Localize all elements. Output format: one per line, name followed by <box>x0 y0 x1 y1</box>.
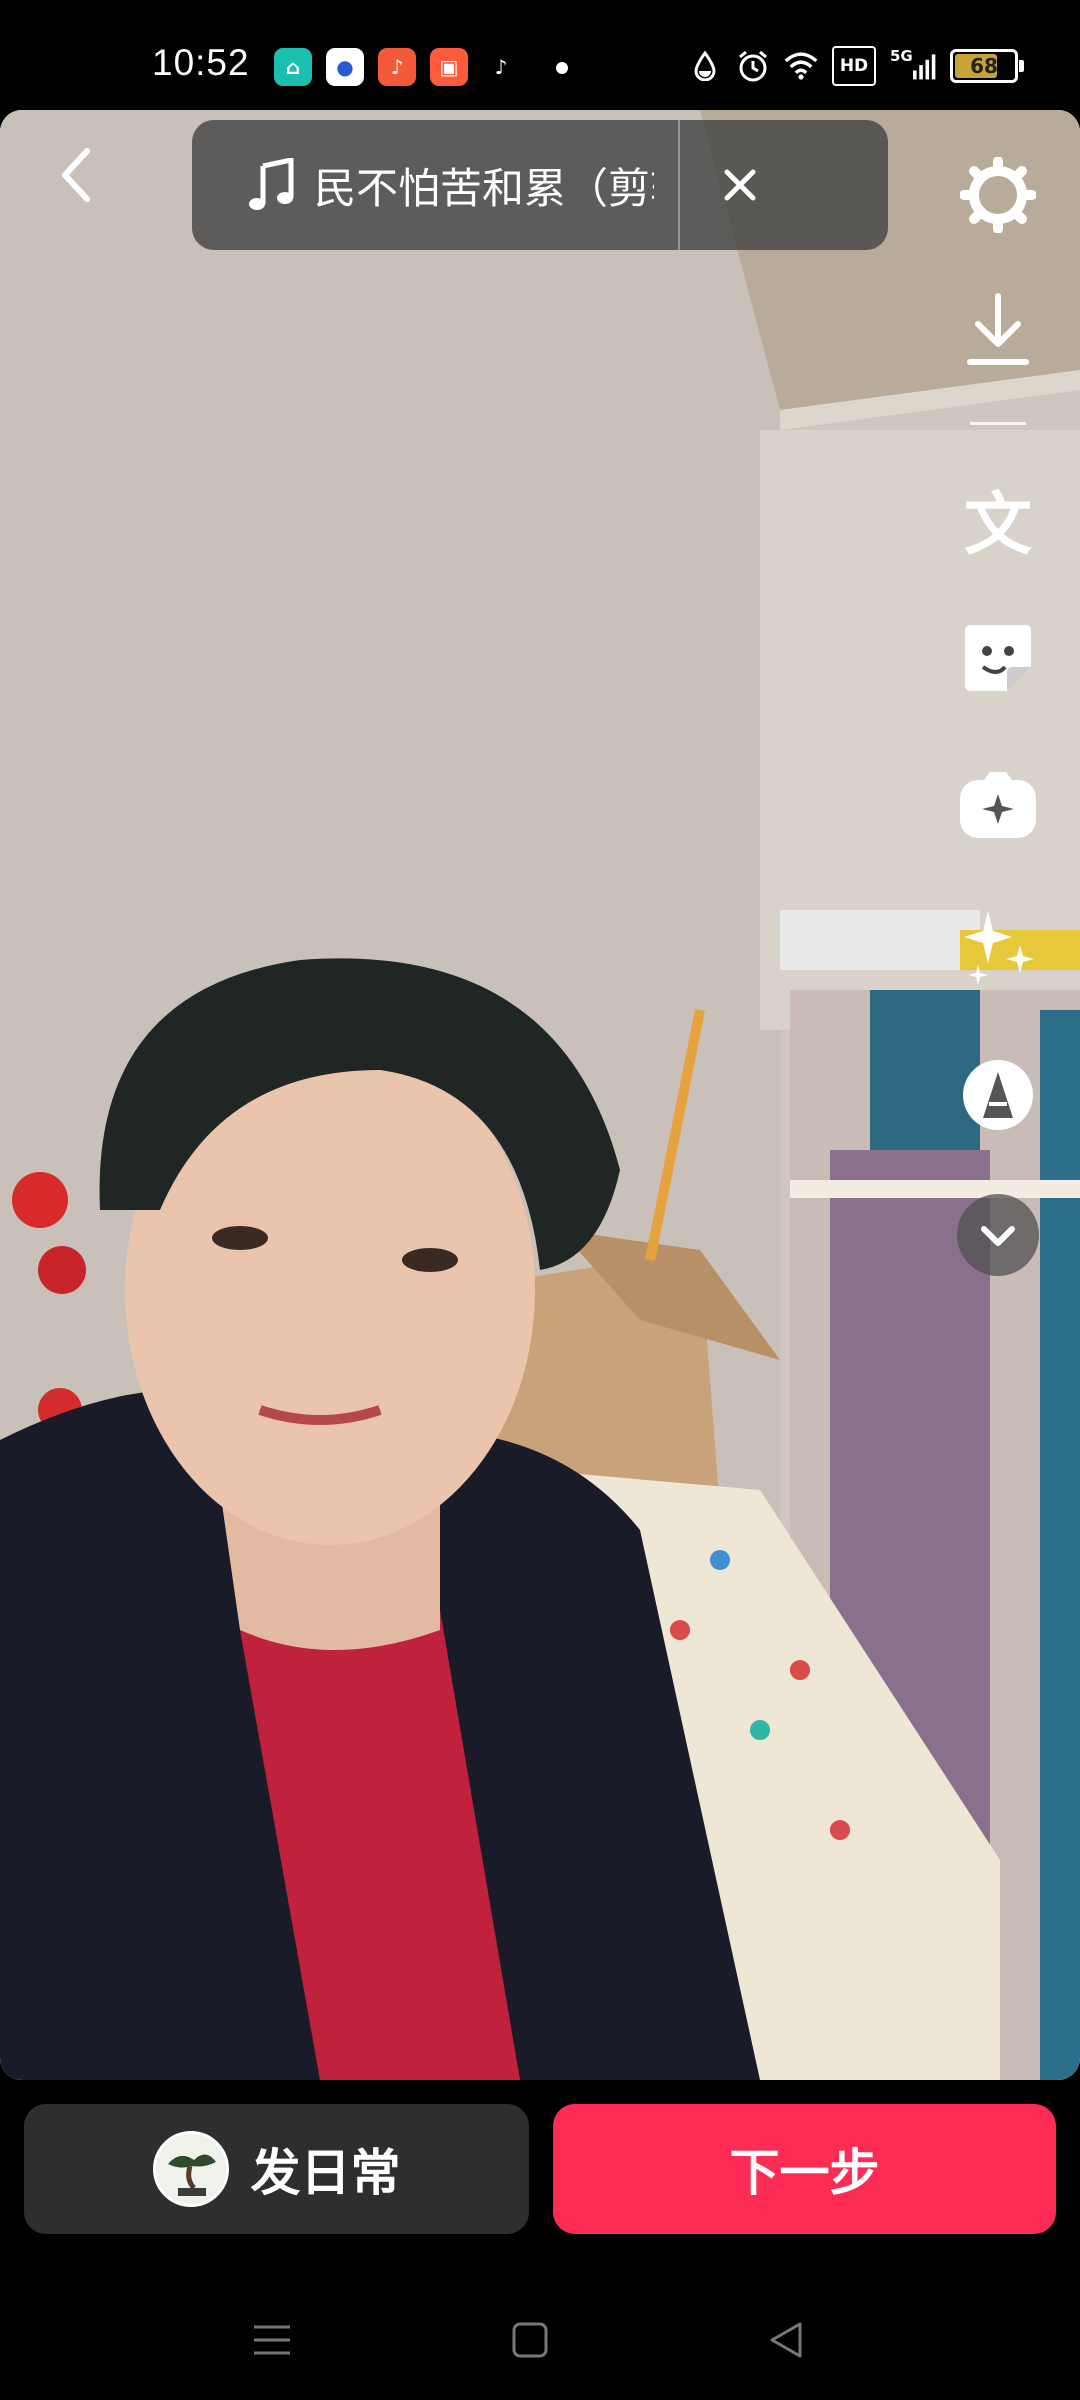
notification-app-icons: ⌂ ● ♪ ▣ ♪ <box>274 48 520 86</box>
hd-badge: HD <box>832 46 876 86</box>
text-button[interactable]: 文 <box>938 463 1058 573</box>
enhance-icon <box>964 911 1034 985</box>
sticker-icon <box>965 625 1031 691</box>
effects-icon <box>960 772 1036 838</box>
text-icon: 文 <box>963 485 1032 565</box>
back-icon <box>770 2322 802 2358</box>
douyin-lite-icon: ♪ <box>482 48 520 86</box>
post-daily-button[interactable]: 发日常 <box>24 2104 529 2234</box>
home-button[interactable] <box>500 2310 560 2370</box>
drop-icon <box>688 49 722 83</box>
chevron-down-icon <box>957 1194 1039 1276</box>
network-type: 5G <box>890 47 913 65</box>
recents-button[interactable] <box>242 2310 302 2370</box>
battery-cap <box>1019 60 1024 72</box>
selected-music-pill[interactable]: 民不怕苦和累（剪辑 <box>192 120 888 250</box>
next-step-label: 下一步 <box>729 2144 880 2202</box>
battery-level: 68 <box>970 54 998 78</box>
music-title: 民不怕苦和累（剪辑 <box>314 163 654 213</box>
next-step-button[interactable]: 下一步 <box>553 2104 1056 2234</box>
signal-icon: 5G <box>890 47 936 83</box>
system-nav-bar <box>0 2290 1080 2380</box>
download-icon <box>967 293 1029 365</box>
remove-music-button[interactable] <box>680 120 800 250</box>
post-daily-label: 发日常 <box>250 2144 401 2202</box>
battery-indicator: 68 <box>950 49 1024 83</box>
sticker-button[interactable] <box>938 603 1058 713</box>
status-indicators: HD 5G 68 <box>688 46 1024 86</box>
more-tools-button[interactable] <box>938 1180 1058 1290</box>
download-button[interactable] <box>938 275 1058 385</box>
settings-button[interactable] <box>938 140 1058 250</box>
music-app-icon: ♪ <box>378 48 416 86</box>
home-icon <box>512 2322 548 2358</box>
back-nav-button[interactable] <box>756 2310 816 2370</box>
alarm-icon <box>736 49 770 83</box>
kuaishou-icon: ▣ <box>430 48 468 86</box>
filter-icon <box>963 1060 1033 1130</box>
photo-preview[interactable] <box>0 110 1080 2080</box>
status-bar: 10:52 ⌂ ● ♪ ▣ ♪ HD 5G 68 <box>0 0 1080 110</box>
preview-image <box>0 110 1080 2080</box>
toolbar-divider <box>970 422 1026 425</box>
chevron-left-icon <box>62 148 90 202</box>
avatar <box>152 2131 229 2207</box>
status-time: 10:52 <box>152 42 250 83</box>
filter-button[interactable] <box>938 1040 1058 1150</box>
enhance-button[interactable] <box>938 892 1058 1002</box>
music-note-icon <box>242 158 302 212</box>
notification-dot <box>556 62 568 74</box>
effects-button[interactable] <box>938 750 1058 860</box>
home-app-icon: ⌂ <box>274 48 312 86</box>
wifi-icon <box>784 49 818 83</box>
close-icon <box>724 169 756 201</box>
settings-icon <box>960 157 1036 233</box>
back-button[interactable] <box>40 135 110 215</box>
baidu-icon: ● <box>326 48 364 86</box>
menu-icon <box>254 2325 290 2355</box>
